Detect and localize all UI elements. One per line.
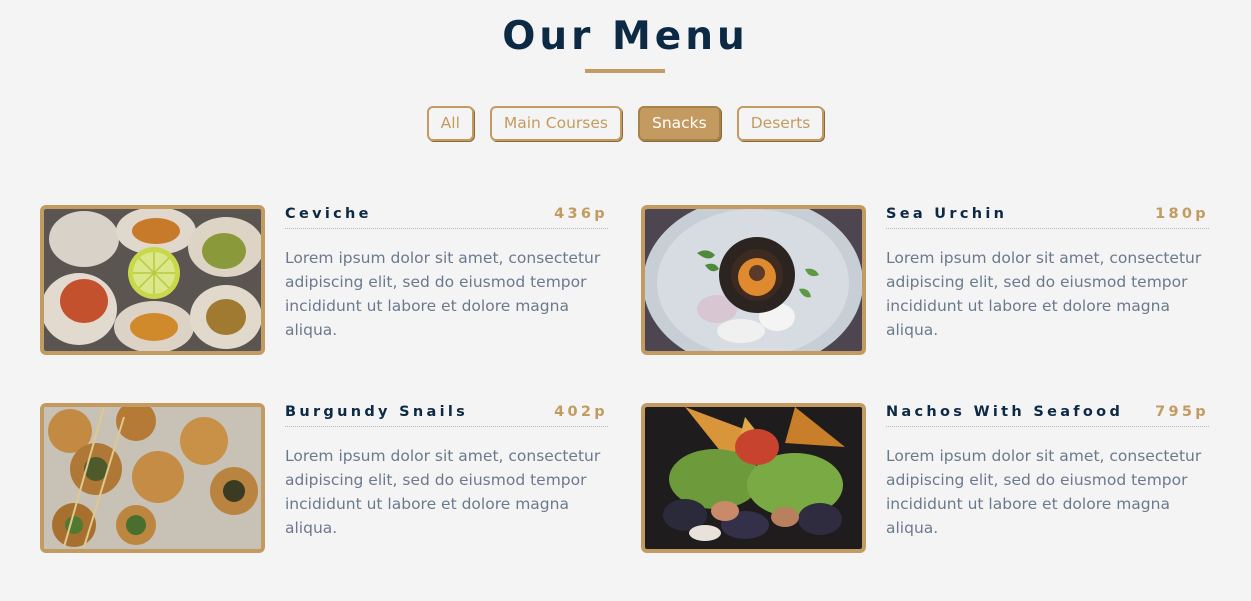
page-title: Our Menu bbox=[502, 14, 749, 59]
item-name: Ceviche bbox=[285, 206, 372, 222]
item-price: 180p bbox=[1155, 206, 1209, 222]
menu-item: Ceviche 436p Lorem ipsum dolor sit amet,… bbox=[40, 205, 610, 355]
item-description: Lorem ipsum dolor sit amet, consectetur … bbox=[886, 447, 1202, 537]
item-price: 795p bbox=[1155, 404, 1209, 420]
menu-filters: All Main Courses Snacks Deserts bbox=[0, 106, 1251, 141]
item-description: Lorem ipsum dolor sit amet, consectetur … bbox=[285, 447, 601, 537]
item-name: Sea Urchin bbox=[886, 206, 1008, 222]
sea-urchin-image bbox=[641, 205, 866, 355]
burgundy-snails-image bbox=[40, 403, 265, 553]
title-underline bbox=[585, 69, 665, 73]
item-description: Lorem ipsum dolor sit amet, consectetur … bbox=[886, 249, 1202, 339]
filter-deserts-button[interactable]: Deserts bbox=[736, 106, 825, 141]
nachos-with-seafood-image bbox=[641, 403, 866, 553]
item-description: Lorem ipsum dolor sit amet, consectetur … bbox=[285, 249, 601, 339]
item-price: 436p bbox=[554, 206, 608, 222]
item-name: Burgundy Snails bbox=[285, 404, 469, 420]
ceviche-image bbox=[40, 205, 265, 355]
item-name: Nachos With Seafood bbox=[886, 404, 1124, 420]
menu-item: Nachos With Seafood 795p Lorem ipsum dol… bbox=[641, 403, 1211, 553]
menu-item: Burgundy Snails 402p Lorem ipsum dolor s… bbox=[40, 403, 610, 553]
filter-all-button[interactable]: All bbox=[426, 106, 474, 141]
filter-main-courses-button[interactable]: Main Courses bbox=[489, 106, 622, 141]
filter-snacks-button[interactable]: Snacks bbox=[638, 106, 721, 141]
menu-item: Sea Urchin 180p Lorem ipsum dolor sit am… bbox=[641, 205, 1211, 355]
item-price: 402p bbox=[554, 404, 608, 420]
